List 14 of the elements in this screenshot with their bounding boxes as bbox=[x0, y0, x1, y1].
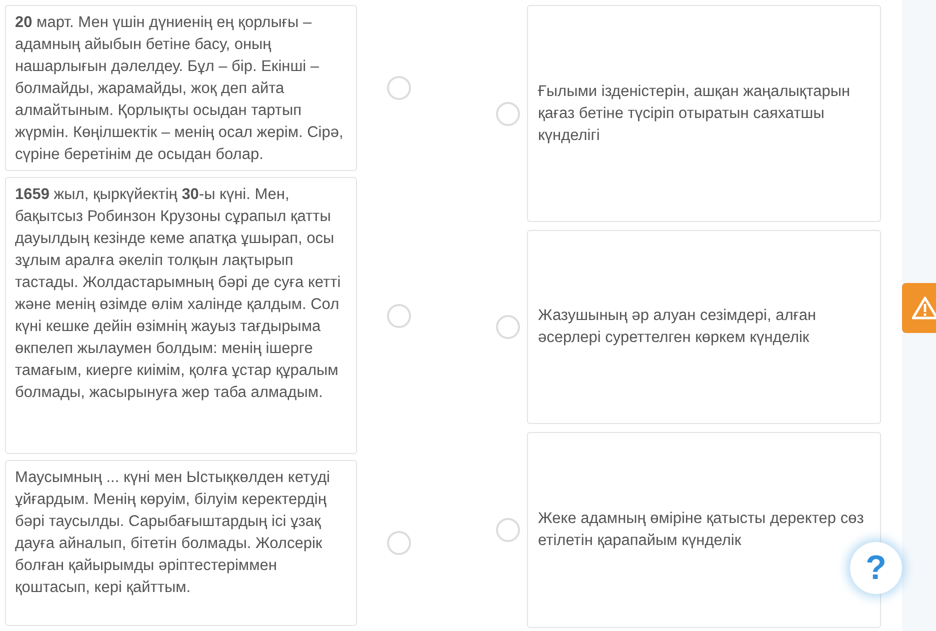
radio-button[interactable] bbox=[387, 304, 411, 328]
warning-icon bbox=[912, 296, 936, 320]
warning-tab[interactable] bbox=[902, 283, 936, 333]
radio-button[interactable] bbox=[496, 518, 520, 542]
radio-button[interactable] bbox=[387, 531, 411, 555]
passage-text: Маусымның ... күні мен Ыстықкөлден кетуді ұйғардым. Менің көруім, білуім керектердің бәрі таусылды. Сарыбағыштардың ісі ұзақ дауға айналып, бітетін болмады. Жолсерік болған қайырымды әріптестеріммен қоштасып, кері қайттым. bbox=[15, 468, 331, 598]
passage-text: 1659 жыл, қыркүйектің 30-ы күні. Мен, бақытсыз Робинзон Крузоны сұрапыл қатты дауылдың кезінде кеме апатқа ұшырап, осы зұлым аралға әкеліп толқын лақтырып тастады. Жолдастарымның бәрі де суға кетті және менің өзімде өлім халінде қалдым. Сол күні кешке дейін өзімнің жауыз тағдырыма өкпелеп жылаумен болдым: менің ішерге тамағым, киерге киімім, қолға ұстар құралым болмады, жасырынуға жер таба алмадым. bbox=[15, 185, 342, 403]
passage-text: 20 март. Мен үшін дүниенің ең қорлығы – адамның айыбын бетіне басу, оның нашарлығын дәлелдеу. Бұл – бір. Екінші – болмайды, жарамайды, жоқ деп айта алмайтыным. Қорлықты осыдан тартып жүрмін. Көңілшектік – менің осал жерім. Сірә, сүріне беретінім де осыдан болар. bbox=[15, 13, 344, 165]
radio-button[interactable] bbox=[496, 315, 520, 339]
answer-text: Ғылыми ізденістерін, ашқан жаңалықтарын қағаз бетіне түсіріп отыратын саяхатшы күнделігі bbox=[538, 82, 852, 146]
help-button[interactable]: ? bbox=[850, 542, 902, 594]
answer-text: Жазушының әр алуан сезімдері, алған әсерлері суреттелген көркем күнделік bbox=[538, 306, 818, 348]
radio-button[interactable] bbox=[387, 76, 411, 100]
radio-button[interactable] bbox=[496, 102, 520, 126]
